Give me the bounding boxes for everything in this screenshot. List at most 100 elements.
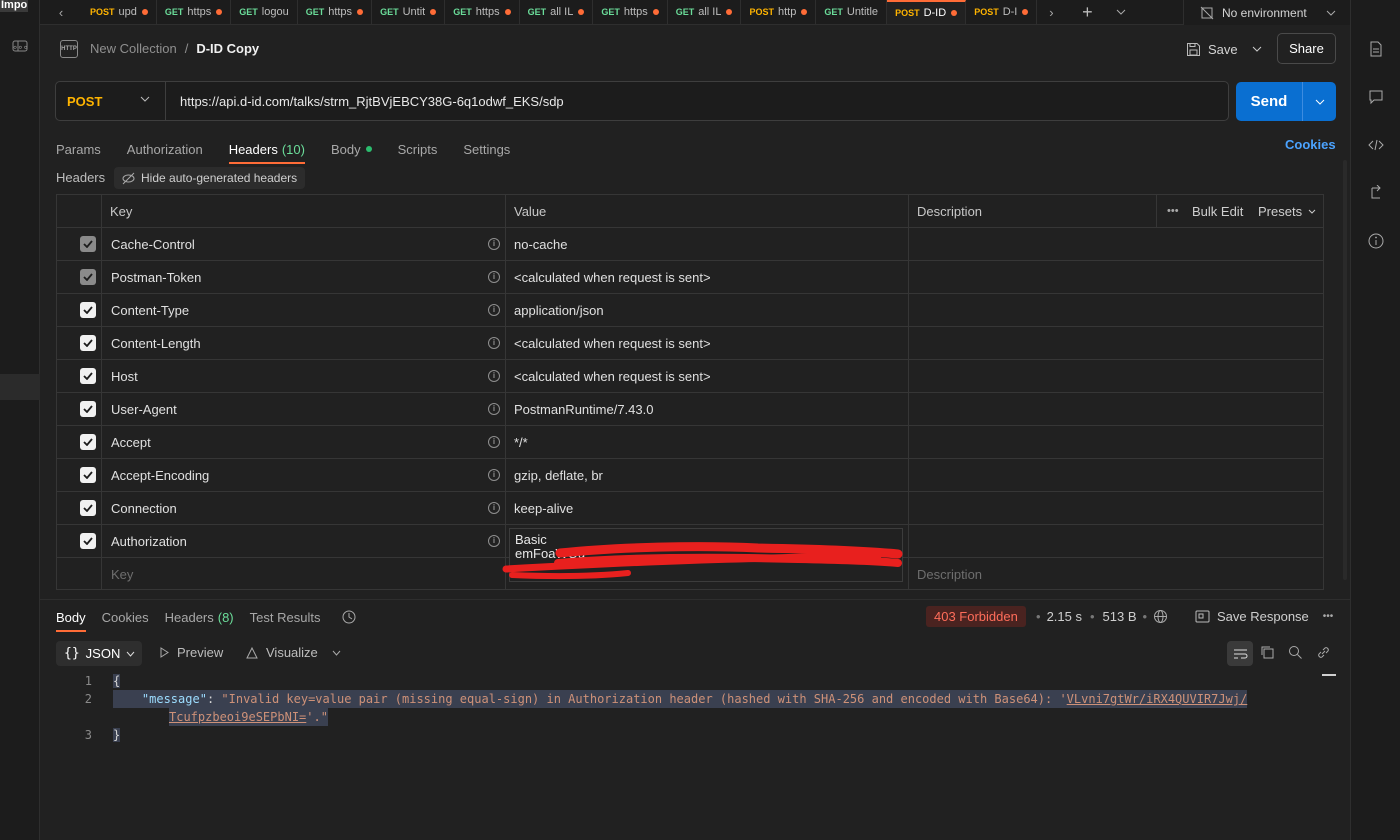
info-icon[interactable]: i	[488, 393, 500, 425]
network-globe-icon[interactable]	[1153, 609, 1168, 624]
info-icon[interactable]: i	[488, 492, 500, 524]
response-tab-headers[interactable]: Headers (8)	[165, 606, 234, 628]
tab-params[interactable]: Params	[56, 137, 101, 161]
header-value[interactable]: no-cache	[514, 228, 567, 260]
format-select[interactable]: {} JSON	[56, 641, 142, 666]
status-badge[interactable]: 403 Forbidden	[926, 606, 1026, 627]
json-string-link[interactable]: VLvni7gtWr/iRX4QUVIR7Jwj/	[1067, 692, 1248, 706]
copy-icon[interactable]	[1260, 645, 1275, 660]
presets-button[interactable]: Presets	[1258, 195, 1316, 227]
related-collections-icon[interactable]	[1368, 185, 1384, 201]
header-value[interactable]: application/json	[514, 294, 604, 326]
response-tab-body[interactable]: Body	[56, 606, 86, 632]
tab-scripts[interactable]: Scripts	[398, 137, 438, 161]
request-tab[interactable]: GET Untitle	[816, 0, 888, 24]
header-value[interactable]: keep-alive	[514, 492, 573, 524]
header-enabled-checkbox[interactable]	[80, 459, 96, 491]
more-icon[interactable]: •••	[1323, 611, 1334, 622]
more-icon[interactable]: •••	[1167, 195, 1179, 227]
header-enabled-checkbox[interactable]	[80, 327, 96, 359]
header-enabled-checkbox[interactable]	[80, 426, 96, 458]
response-size[interactable]: 513 B	[1103, 609, 1137, 624]
tabs-scroll-right-icon[interactable]: ›	[1037, 0, 1065, 24]
info-icon[interactable]	[1368, 233, 1384, 249]
request-tab[interactable]: POST D-I	[966, 0, 1038, 24]
header-enabled-checkbox[interactable]	[80, 294, 96, 326]
documentation-icon[interactable]	[1368, 41, 1384, 57]
hide-auto-generated-headers-button[interactable]: Hide auto-generated headers	[114, 167, 306, 189]
header-key[interactable]: Cache-Control	[111, 228, 195, 260]
header-key[interactable]: Authorization	[111, 525, 187, 557]
json-string-link[interactable]: Tcufpzbeoi9eSEPbNI=	[169, 710, 306, 724]
import-button[interactable]: Import	[0, 0, 28, 12]
info-icon[interactable]: i	[488, 294, 500, 326]
request-tab[interactable]: POST upd	[82, 0, 157, 24]
header-key[interactable]: Accept	[111, 426, 151, 458]
request-tab[interactable]: GET all IL	[668, 0, 742, 24]
code-snippet-icon[interactable]	[1368, 137, 1384, 153]
info-icon[interactable]: i	[488, 426, 500, 458]
link-icon[interactable]	[1316, 645, 1331, 660]
header-key[interactable]: Postman-Token	[111, 261, 201, 293]
environment-selector[interactable]: No environment	[1183, 0, 1350, 25]
header-key[interactable]: Accept-Encoding	[111, 459, 209, 491]
response-tab-test-results[interactable]: Test Results	[250, 606, 321, 628]
request-name[interactable]: D-ID Copy	[196, 41, 259, 56]
response-time[interactable]: 2.15 s	[1047, 609, 1082, 624]
breadcrumb-collection[interactable]: New Collection	[90, 41, 177, 56]
send-options-chevron-icon[interactable]	[1302, 82, 1336, 121]
header-enabled-checkbox[interactable]	[80, 492, 96, 524]
request-tab[interactable]: GET all IL	[520, 0, 594, 24]
cookies-link[interactable]: Cookies	[1285, 137, 1336, 152]
tab-authorization[interactable]: Authorization	[127, 137, 203, 161]
new-key-input[interactable]: Key	[111, 558, 133, 591]
request-tab[interactable]: GET https	[298, 0, 373, 24]
tabs-dropdown-icon[interactable]	[1109, 0, 1133, 24]
save-button[interactable]: Save	[1186, 37, 1238, 61]
share-button[interactable]: Share	[1277, 33, 1336, 64]
header-key[interactable]: User-Agent	[111, 393, 177, 425]
response-tab-cookies[interactable]: Cookies	[102, 606, 149, 628]
request-tab[interactable]: GET logou	[231, 0, 298, 24]
tabs-scroll-left-icon[interactable]: ‹	[40, 0, 82, 24]
header-enabled-checkbox[interactable]	[80, 525, 96, 557]
header-key[interactable]: Host	[111, 360, 138, 392]
history-icon[interactable]	[341, 609, 357, 625]
request-tab[interactable]: GET https	[445, 0, 520, 24]
save-options-chevron-icon[interactable]	[1248, 40, 1266, 58]
header-value[interactable]: <calculated when request is sent>	[514, 261, 711, 293]
tab-settings[interactable]: Settings	[463, 137, 510, 161]
header-enabled-checkbox[interactable]	[80, 393, 96, 425]
authorization-value-input[interactable]: Basic emFoaWQu	[502, 528, 903, 582]
header-key[interactable]: Content-Type	[111, 294, 189, 326]
response-body[interactable]: 1 { 2 "message": "Invalid key=value pair…	[56, 672, 1336, 840]
header-key[interactable]: Content-Length	[111, 327, 201, 359]
info-icon[interactable]: i	[488, 261, 500, 293]
wrap-lines-icon[interactable]	[1227, 641, 1253, 666]
new-tab-plus-icon[interactable]: +	[1065, 0, 1109, 24]
tab-body[interactable]: Body	[331, 137, 372, 161]
request-tab[interactable]: GET https	[157, 0, 232, 24]
more-options-icon[interactable]: ◦◦◦	[13, 40, 29, 54]
search-icon[interactable]	[1288, 645, 1303, 660]
header-value[interactable]: */*	[514, 426, 528, 458]
info-icon[interactable]: i	[488, 459, 500, 491]
info-icon[interactable]: i	[488, 327, 500, 359]
header-value[interactable]: <calculated when request is sent>	[514, 360, 711, 392]
chevron-down-icon[interactable]	[332, 650, 341, 656]
comments-icon[interactable]	[1368, 89, 1384, 105]
sidebar-selected-item[interactable]	[0, 374, 40, 400]
tab-headers[interactable]: Headers (10)	[228, 137, 306, 164]
header-key[interactable]: Connection	[111, 492, 177, 524]
url-input[interactable]: https://api.d-id.com/talks/strm_RjtBVjEB…	[180, 94, 564, 109]
header-value[interactable]: <calculated when request is sent>	[514, 327, 711, 359]
request-tab[interactable]: GET Untit	[372, 0, 446, 24]
info-icon[interactable]: i	[488, 228, 500, 260]
send-button[interactable]: Send	[1236, 82, 1302, 121]
request-tab[interactable]: POST http	[741, 0, 817, 24]
header-value[interactable]: gzip, deflate, br	[514, 459, 603, 491]
header-value[interactable]: PostmanRuntime/7.43.0	[514, 393, 653, 425]
request-tab[interactable]: GET https	[593, 0, 668, 24]
info-icon[interactable]: i	[488, 360, 500, 392]
preview-button[interactable]: Preview	[160, 645, 223, 660]
